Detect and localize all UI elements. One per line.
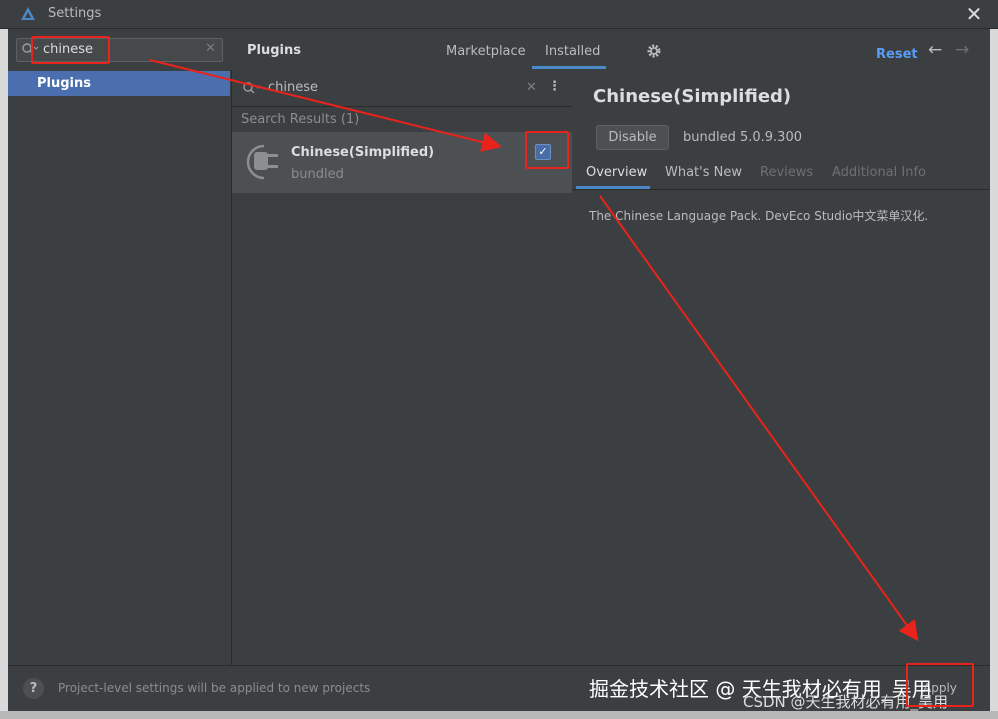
annotation-box-apply: [906, 663, 974, 707]
status-text: Project-level settings will be applied t…: [58, 681, 371, 695]
active-tab-indicator: [532, 66, 606, 69]
tab-overview[interactable]: Overview: [586, 165, 647, 180]
tab-marketplace[interactable]: Marketplace: [446, 44, 526, 59]
help-icon[interactable]: ?: [23, 678, 44, 699]
nav-item-plugins[interactable]: Plugins: [8, 71, 230, 96]
reset-link[interactable]: Reset: [876, 47, 918, 62]
title-bar: [0, 0, 998, 29]
app-logo-icon: [21, 7, 35, 20]
tab-installed[interactable]: Installed: [545, 44, 600, 59]
tab-reviews[interactable]: Reviews: [760, 165, 813, 180]
detail-title: Chinese(Simplified): [593, 86, 792, 107]
search-results-label: Search Results (1): [241, 112, 360, 127]
plugin-search-value: chinese: [268, 80, 319, 95]
settings-tree-panel: [8, 29, 230, 665]
close-icon[interactable]: ✕: [962, 2, 986, 26]
plugin-list-item[interactable]: [232, 132, 572, 193]
plugin-name: Chinese(Simplified): [291, 145, 435, 160]
detail-tabs-divider: [573, 189, 990, 190]
desktop-left-strip: [0, 28, 8, 719]
page-title: Plugins: [247, 43, 301, 58]
plugin-subtitle: bundled: [291, 167, 344, 182]
plugin-detail-panel: [573, 70, 990, 665]
nav-item-label: Plugins: [37, 76, 91, 91]
window-title: Settings: [48, 6, 102, 21]
tab-whats-new[interactable]: What's New: [665, 165, 742, 180]
more-icon[interactable]: ⋮: [548, 79, 561, 94]
plugin-search-field[interactable]: chinese ✕ ⋮: [232, 72, 572, 107]
arrow-right-icon[interactable]: →: [955, 40, 969, 60]
clear-icon[interactable]: ✕: [205, 41, 216, 56]
active-detail-tab-indicator: [576, 186, 650, 189]
disable-button[interactable]: Disable: [596, 125, 669, 150]
plugin-description: The Chinese Language Pack. DevEco Studio…: [589, 209, 929, 223]
tab-additional-info[interactable]: Additional Info: [832, 165, 926, 180]
annotation-box-search: [31, 36, 110, 64]
desktop-right-strip: [990, 28, 998, 719]
plugin-icon: [246, 144, 278, 180]
desktop-bottom-strip: [0, 711, 998, 719]
gear-icon[interactable]: [646, 43, 662, 59]
search-icon: [243, 82, 261, 94]
plugin-version: bundled 5.0.9.300: [683, 130, 802, 145]
annotation-box-checkbox: [525, 131, 569, 169]
arrow-left-icon[interactable]: ←: [928, 40, 942, 60]
clear-icon[interactable]: ✕: [526, 80, 537, 95]
